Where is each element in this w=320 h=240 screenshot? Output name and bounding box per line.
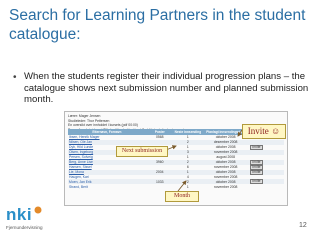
next-submission-cell: 1 — [186, 184, 189, 189]
nki-logo: nki — [6, 205, 33, 224]
next-submission-callout: Next submission — [116, 146, 168, 157]
table-body: Ibsen, Henrik Mager 0568 1 oktober 2008 Nils… — [68, 135, 284, 189]
bullet-marker: • — [13, 72, 17, 83]
slide-title: Search for Learning Partners in the stud… — [9, 7, 306, 43]
status-cell — [249, 184, 284, 189]
invite-button[interactable]: Invite — [250, 169, 263, 175]
table-row: Strand, Berit 1 november 2008 — [68, 184, 284, 189]
invite-callout: Invite ☺ — [242, 124, 286, 139]
bullet-text: When the students register their individ… — [24, 71, 309, 105]
planned-date-cell: november 2008 — [213, 184, 238, 189]
student-name-link[interactable]: Strand, Berit — [68, 184, 146, 189]
page-number: 12 — [299, 222, 307, 229]
invite-button[interactable]: Invite — [250, 179, 263, 185]
nki-logo-subtitle: Fjernundervisning — [6, 225, 43, 230]
month-callout: Month — [165, 191, 199, 202]
invite-button[interactable]: Invite — [250, 144, 263, 150]
postcode-cell — [146, 184, 174, 189]
nki-logo-mark — [34, 206, 42, 214]
